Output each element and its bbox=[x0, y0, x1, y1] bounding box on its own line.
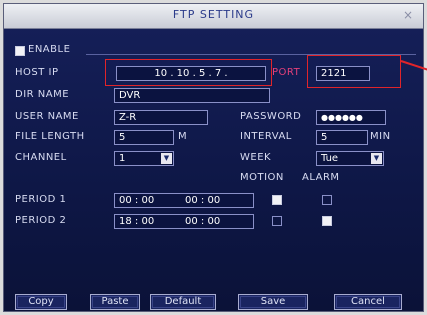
dir-name-label: DIR NAME bbox=[15, 89, 70, 100]
host-ip-label: HOST IP bbox=[15, 67, 59, 78]
week-select[interactable]: Tue ▼ bbox=[316, 151, 384, 166]
period-2-start: 18 : 00 bbox=[119, 216, 155, 227]
period-2-alarm-checkbox[interactable] bbox=[322, 216, 332, 226]
alarm-header: ALARM bbox=[302, 172, 340, 183]
ftp-setting-dialog: FTP SETTING × ENABLE HOST IP 10 . 10 . 5… bbox=[3, 3, 427, 312]
cancel-button-label: Cancel bbox=[351, 296, 385, 307]
save-button-label: Save bbox=[260, 296, 286, 307]
period-1-motion-checkbox[interactable] bbox=[272, 195, 282, 205]
period-2-end: 00 : 00 bbox=[185, 216, 221, 227]
close-icon[interactable]: × bbox=[401, 8, 415, 22]
password-label: PASSWORD bbox=[240, 111, 302, 122]
user-name-input[interactable]: Z-R bbox=[114, 110, 208, 125]
interval-input[interactable]: 5 bbox=[316, 130, 368, 145]
channel-value: 1 bbox=[119, 153, 126, 164]
chevron-down-icon[interactable]: ▼ bbox=[161, 153, 172, 164]
week-value: Tue bbox=[321, 153, 339, 164]
interval-label: INTERVAL bbox=[240, 131, 292, 142]
highlight-box-port bbox=[307, 55, 401, 88]
period-1-alarm-checkbox[interactable] bbox=[322, 195, 332, 205]
enable-checkbox[interactable] bbox=[15, 46, 25, 56]
cancel-button[interactable]: Cancel bbox=[334, 294, 402, 310]
default-button[interactable]: Default bbox=[150, 294, 216, 310]
motion-header: MOTION bbox=[240, 172, 284, 183]
chevron-down-icon[interactable]: ▼ bbox=[371, 153, 382, 164]
period-1-label: PERIOD 1 bbox=[15, 194, 67, 205]
save-button[interactable]: Save bbox=[238, 294, 308, 310]
default-button-label: Default bbox=[164, 296, 202, 307]
paste-button-label: Paste bbox=[101, 296, 129, 307]
title-bar: FTP SETTING × bbox=[4, 4, 423, 29]
copy-button[interactable]: Copy bbox=[15, 294, 67, 310]
file-length-label: FILE LENGTH bbox=[15, 131, 85, 142]
paste-button[interactable]: Paste bbox=[90, 294, 140, 310]
channel-select[interactable]: 1 ▼ bbox=[114, 151, 174, 166]
period-1-time-range[interactable]: 00 : 00 00 : 00 bbox=[114, 193, 254, 208]
period-2-label: PERIOD 2 bbox=[15, 215, 67, 226]
channel-label: CHANNEL bbox=[15, 152, 67, 163]
dialog-title: FTP SETTING bbox=[172, 8, 255, 21]
file-length-unit: M bbox=[178, 131, 188, 142]
user-name-label: USER NAME bbox=[15, 111, 79, 122]
period-1-end: 00 : 00 bbox=[185, 195, 221, 206]
period-2-time-range[interactable]: 18 : 00 00 : 00 bbox=[114, 214, 254, 229]
week-label: WEEK bbox=[240, 152, 272, 163]
highlight-box-host-ip bbox=[105, 59, 272, 86]
enable-label: ENABLE bbox=[28, 44, 71, 55]
period-2-motion-checkbox[interactable] bbox=[272, 216, 282, 226]
copy-button-label: Copy bbox=[28, 296, 54, 307]
period-1-start: 00 : 00 bbox=[119, 195, 155, 206]
interval-unit: MIN bbox=[370, 131, 391, 142]
port-label: PORT bbox=[272, 67, 301, 78]
annotation-line bbox=[400, 60, 427, 72]
file-length-input[interactable]: 5 bbox=[114, 130, 174, 145]
password-input[interactable]: ●●●●●● bbox=[316, 110, 386, 125]
dir-name-input[interactable]: DVR bbox=[114, 88, 270, 103]
